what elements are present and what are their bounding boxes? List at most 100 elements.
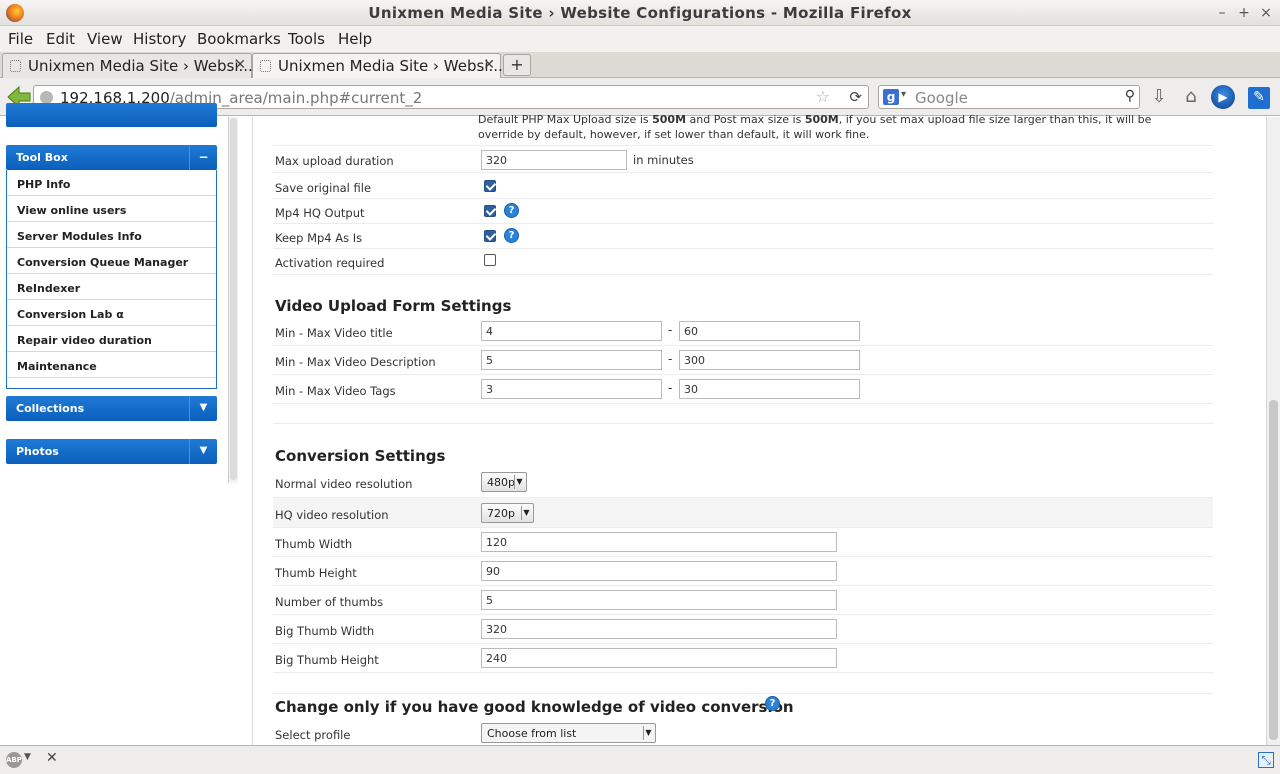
mp4-hq-checkbox[interactable] [484, 205, 496, 217]
sidebar-item-server-modules[interactable]: Server Modules Info [7, 222, 216, 248]
window-title: Unixmen Media Site › Website Configurati… [368, 4, 912, 22]
tags-max-input[interactable] [679, 379, 860, 399]
normal-resolution-label: Normal video resolution [275, 477, 413, 491]
tab-label: Unixmen Media Site › Websi... [278, 57, 503, 75]
addon-icon[interactable]: ✎ [1248, 87, 1270, 109]
resize-grip-icon[interactable]: ⤡ [1258, 752, 1274, 768]
browser-tab-1[interactable]: Unixmen Media Site › Websi... ✕ [2, 53, 253, 78]
sidebar-item-maintenance[interactable]: Maintenance [7, 352, 216, 378]
sidebar-scroll-thumb[interactable] [230, 118, 237, 480]
menu-file[interactable]: File [8, 30, 33, 48]
normal-resolution-row: Normal video resolution 480p ▼ [273, 468, 1213, 498]
tab-close-icon[interactable]: ✕ [234, 57, 246, 73]
hq-resolution-select[interactable]: 720p ▼ [481, 503, 534, 523]
menu-view[interactable]: View [87, 30, 123, 48]
toolbox-header[interactable]: Tool Box − [6, 145, 217, 170]
sidebar-item-repair-duration[interactable]: Repair video duration [7, 326, 216, 352]
home-icon[interactable]: ⌂ [1180, 87, 1202, 109]
help-icon[interactable]: ? [504, 203, 519, 218]
collections-header[interactable]: Collections ▼ [6, 396, 217, 421]
tags-min-input[interactable] [481, 379, 662, 399]
tags-range-label: Min - Max Video Tags [275, 384, 396, 398]
status-bar: ABP ▼ ✕ ⤡ [0, 745, 1280, 774]
close-addon-bar-icon[interactable]: ✕ [46, 750, 58, 766]
expand-icon[interactable]: ▼ [189, 439, 217, 464]
thumb-width-input[interactable] [481, 532, 837, 552]
normal-resolution-select[interactable]: 480p ▼ [481, 472, 527, 492]
page-scrollbar[interactable] [1266, 117, 1280, 745]
bookmark-star-icon[interactable]: ☆ [816, 87, 830, 106]
expand-icon[interactable]: ▼ [189, 396, 217, 421]
hq-resolution-label: HQ video resolution [275, 508, 389, 522]
thumb-width-row: Thumb Width [273, 528, 1213, 557]
search-icon[interactable]: ⚲ [1125, 88, 1135, 104]
engine-dropdown-icon[interactable]: ▾ [901, 89, 906, 100]
video-upload-heading: Video Upload Form Settings [275, 297, 512, 315]
spacer [273, 673, 1213, 694]
divider [273, 145, 1213, 146]
menu-history[interactable]: History [133, 30, 186, 48]
select-profile-label: Select profile [275, 728, 351, 742]
help-icon[interactable]: ? [765, 696, 780, 711]
menu-edit[interactable]: Edit [46, 30, 75, 48]
advanced-conversion-heading: Change only if you have good knowledge o… [275, 698, 794, 716]
page-scroll-thumb[interactable] [1269, 400, 1278, 740]
description-min-input[interactable] [481, 350, 662, 370]
big-thumb-width-label: Big Thumb Width [275, 624, 375, 638]
max-upload-label: Max upload duration [275, 154, 394, 168]
description-max-input[interactable] [679, 350, 860, 370]
sidebar-item-online-users[interactable]: View online users [7, 196, 216, 222]
close-window-button[interactable]: × [1258, 5, 1274, 21]
activation-row: Activation required [273, 249, 1213, 275]
downloads-icon[interactable]: ⇩ [1148, 87, 1170, 109]
browser-tab-2[interactable]: Unixmen Media Site › Websi... ✕ [252, 53, 503, 78]
sidebar-item-php-info[interactable]: PHP Info [7, 170, 216, 196]
hq-resolution-row: HQ video resolution 720p ▼ [273, 498, 1213, 528]
keep-mp4-checkbox[interactable] [484, 230, 496, 242]
window-titlebar: Unixmen Media Site › Website Configurati… [0, 0, 1280, 26]
max-upload-input[interactable] [481, 150, 627, 170]
big-thumb-width-row: Big Thumb Width [273, 615, 1213, 644]
google-engine-icon[interactable]: g [883, 89, 899, 105]
photos-header[interactable]: Photos ▼ [6, 439, 217, 464]
thumb-height-input[interactable] [481, 561, 837, 581]
sidebar-item-conversion-lab[interactable]: Conversion Lab α [7, 300, 216, 326]
title-min-input[interactable] [481, 321, 662, 341]
number-of-thumbs-input[interactable] [481, 590, 837, 610]
number-of-thumbs-label: Number of thumbs [275, 595, 384, 609]
new-tab-button[interactable]: + [503, 54, 531, 76]
media-player-icon[interactable]: ▶ [1211, 85, 1235, 109]
sidebar-previous-header[interactable] [6, 103, 217, 127]
max-upload-unit: in minutes [633, 153, 694, 167]
toolbox-menu: PHP Info View online users Server Module… [6, 170, 217, 389]
big-thumb-width-input[interactable] [481, 619, 837, 639]
thumb-height-row: Thumb Height [273, 557, 1213, 586]
sidebar-item-reindexer[interactable]: ReIndexer [7, 274, 216, 300]
menu-help[interactable]: Help [338, 30, 372, 48]
menu-bookmarks[interactable]: Bookmarks [197, 30, 281, 48]
title-max-input[interactable] [679, 321, 860, 341]
activation-label: Activation required [275, 256, 385, 270]
sidebar-scrollbar[interactable] [228, 117, 238, 483]
adblock-icon[interactable]: ABP [6, 752, 22, 768]
mp4-hq-row: Mp4 HQ Output ? [273, 199, 1213, 224]
save-original-checkbox[interactable] [484, 180, 496, 192]
search-bar[interactable]: g ▾ Google ⚲ [878, 85, 1140, 109]
minimize-button[interactable]: – [1214, 5, 1230, 21]
maximize-button[interactable]: + [1236, 5, 1252, 21]
big-thumb-height-input[interactable] [481, 648, 837, 668]
collapse-icon[interactable]: − [189, 145, 217, 170]
reload-icon[interactable]: ⟳ [849, 88, 862, 106]
help-icon[interactable]: ? [504, 228, 519, 243]
spacer [273, 404, 1213, 424]
tab-close-icon[interactable]: ✕ [483, 57, 495, 73]
tab-label: Unixmen Media Site › Websi... [28, 57, 253, 75]
select-profile-row: Select profile Choose from list ▼ [273, 719, 1213, 745]
sidebar-item-conversion-queue[interactable]: Conversion Queue Manager [7, 248, 216, 274]
activation-checkbox[interactable] [484, 254, 496, 266]
menu-tools[interactable]: Tools [288, 30, 325, 48]
search-placeholder[interactable]: Google [915, 89, 968, 107]
adblock-dropdown-icon[interactable]: ▼ [24, 752, 31, 762]
profile-select[interactable]: Choose from list ▼ [481, 723, 656, 743]
